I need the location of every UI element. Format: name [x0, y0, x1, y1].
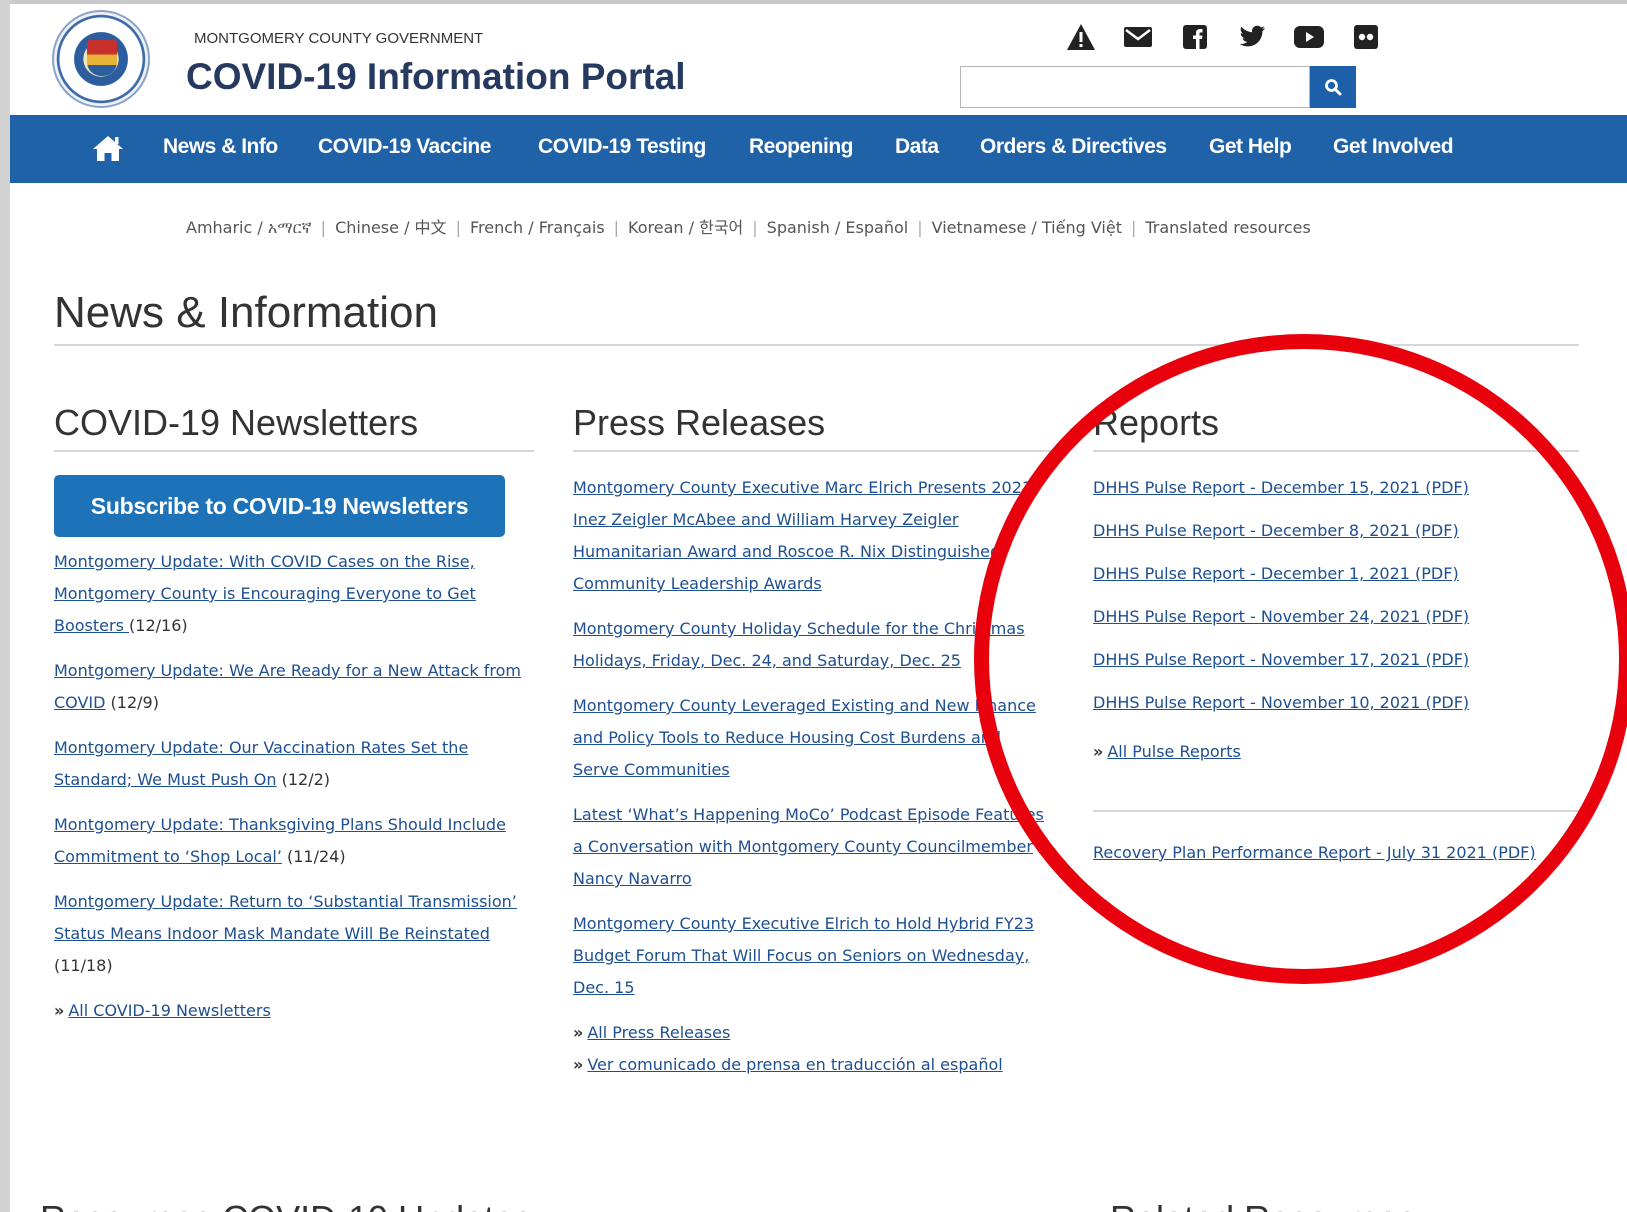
nav-covid-testing[interactable]: COVID-19 Testing: [538, 135, 706, 159]
pulse-report-link[interactable]: DHHS Pulse Report - December 15, 2021 (P…: [1093, 478, 1579, 497]
translated-resources-link[interactable]: Translated resources: [1145, 218, 1310, 237]
nav-orders-directives[interactable]: Orders & Directives: [980, 135, 1167, 159]
reports-heading: Reports: [1093, 402, 1220, 443]
newsletter-link[interactable]: Montgomery Update: With COVID Cases on t…: [54, 552, 476, 635]
list-item: Montgomery County Executive Elrich to Ho…: [573, 908, 1051, 1004]
twitter-icon[interactable]: [1237, 22, 1267, 52]
press-releases-heading: Press Releases: [573, 402, 826, 443]
lang-korean[interactable]: Korean / 한국어: [628, 218, 743, 237]
list-item: Montgomery County Executive Marc Elrich …: [573, 472, 1051, 600]
list-item: Montgomery Update: Thanksgiving Plans Sh…: [54, 809, 532, 873]
flickr-icon[interactable]: [1351, 22, 1381, 52]
county-seal-logo[interactable]: [52, 10, 150, 108]
list-item: Montgomery County Holiday Schedule for t…: [573, 613, 1051, 677]
heading-divider: [54, 344, 1579, 346]
all-pulse-reports-link[interactable]: All Pulse Reports: [1107, 742, 1241, 761]
pulse-report-link[interactable]: DHHS Pulse Report - November 10, 2021 (P…: [1093, 693, 1579, 712]
subscribe-newsletters-button[interactable]: Subscribe to COVID-19 Newsletters: [54, 475, 505, 537]
main-nav: News & Info COVID-19 Vaccine COVID-19 Te…: [10, 115, 1627, 183]
press-divider: [573, 450, 1051, 452]
government-label: MONTGOMERY COUNTY GOVERNMENT: [194, 30, 484, 47]
lang-vietnamese[interactable]: Vietnamese / Tiếng Việt: [932, 218, 1122, 237]
language-links: Amharic / አማርኛ | Chinese / 中文 | French / Fra…: [186, 218, 1311, 237]
newsletters-heading: COVID-19 Newsletters: [54, 402, 419, 443]
press-release-link[interactable]: Montgomery County Holiday Schedule for t…: [573, 619, 1025, 670]
home-icon[interactable]: [92, 134, 124, 166]
pulse-report-link[interactable]: DHHS Pulse Report - December 1, 2021 (PD…: [1093, 564, 1579, 583]
double-chevron-icon: »: [1093, 742, 1104, 761]
spanish-press-link[interactable]: Ver comunicado de prensa en traducción a…: [587, 1055, 1002, 1074]
reports-sub-divider: [1093, 810, 1579, 812]
search-button[interactable]: [1310, 66, 1356, 108]
double-chevron-icon: »: [573, 1055, 584, 1074]
newsletters-list: Montgomery Update: With COVID Cases on t…: [54, 546, 532, 1027]
list-item: Montgomery Update: We Are Ready for a Ne…: [54, 655, 532, 719]
nav-covid-vaccine[interactable]: COVID-19 Vaccine: [318, 135, 491, 159]
nav-get-help[interactable]: Get Help: [1209, 135, 1292, 159]
newsletter-date: (11/18): [54, 956, 113, 975]
alert-icon[interactable]: [1066, 22, 1096, 52]
all-press-releases-link[interactable]: All Press Releases: [587, 1023, 730, 1042]
lang-french[interactable]: French / Français: [470, 218, 605, 237]
double-chevron-icon: »: [54, 1001, 65, 1020]
page: MONTGOMERY COUNTY GOVERNMENT COVID-19 In…: [10, 0, 1627, 1212]
newsletter-date: (12/16): [129, 616, 188, 635]
nav-news-info[interactable]: News & Info: [163, 135, 278, 159]
search-input[interactable]: [960, 66, 1310, 108]
search-icon: [1325, 79, 1342, 96]
recovery-report-row: Recovery Plan Performance Report - July …: [1093, 843, 1627, 862]
reports-divider: [1093, 450, 1579, 452]
pulse-report-link[interactable]: DHHS Pulse Report - November 17, 2021 (P…: [1093, 650, 1579, 669]
top-strip: [10, 0, 1627, 4]
nav-data[interactable]: Data: [895, 135, 939, 159]
email-icon[interactable]: [1123, 22, 1153, 52]
lang-amharic[interactable]: Amharic / አማርኛ: [186, 218, 312, 237]
press-release-link[interactable]: Montgomery County Leveraged Existing and…: [573, 696, 1036, 779]
portal-title[interactable]: COVID-19 Information Portal: [186, 56, 686, 98]
double-chevron-icon: »: [573, 1023, 584, 1042]
all-press-row: » All Press Releases: [573, 1017, 1051, 1049]
bottom-left-heading: Resources COVID-19 Updates: [40, 1198, 532, 1212]
press-release-link[interactable]: Montgomery County Executive Marc Elrich …: [573, 478, 1032, 593]
newsletter-link[interactable]: Montgomery Update: Our Vaccination Rates…: [54, 738, 468, 789]
recovery-plan-report-link[interactable]: Recovery Plan Performance Report - July …: [1093, 843, 1627, 862]
list-item: Montgomery Update: With COVID Cases on t…: [54, 546, 532, 642]
nav-get-involved[interactable]: Get Involved: [1333, 135, 1454, 159]
all-newsletters-link[interactable]: All COVID-19 Newsletters: [68, 1001, 270, 1020]
newsletters-divider: [54, 450, 534, 452]
page-title: News & Information: [54, 288, 438, 337]
spanish-press-row: » Ver comunicado de prensa en traducción …: [573, 1049, 1051, 1081]
list-item: Montgomery County Leveraged Existing and…: [573, 690, 1051, 786]
all-pulse-row: » All Pulse Reports: [1093, 736, 1579, 768]
list-item: Latest ‘What’s Happening MoCo’ Podcast E…: [573, 799, 1051, 895]
nav-reopening[interactable]: Reopening: [749, 135, 854, 159]
youtube-icon[interactable]: [1294, 22, 1324, 52]
press-release-link[interactable]: Latest ‘What’s Happening MoCo’ Podcast E…: [573, 805, 1044, 888]
list-item: Montgomery Update: Our Vaccination Rates…: [54, 732, 532, 796]
facebook-icon[interactable]: [1180, 22, 1210, 52]
newsletter-link[interactable]: Montgomery Update: Return to ‘Substantia…: [54, 892, 517, 943]
pulse-report-link[interactable]: DHHS Pulse Report - December 8, 2021 (PD…: [1093, 521, 1579, 540]
bottom-right-heading: Related Resources: [1110, 1198, 1416, 1212]
press-releases-list: Montgomery County Executive Marc Elrich …: [573, 472, 1051, 1081]
newsletter-date: (11/24): [281, 847, 346, 866]
newsletter-date: (12/9): [105, 693, 159, 712]
newsletter-date: (12/2): [276, 770, 331, 789]
list-item: Montgomery Update: Return to ‘Substantia…: [54, 886, 532, 982]
social-icons: [1066, 22, 1381, 52]
all-newsletters-row: » All COVID-19 Newsletters: [54, 995, 532, 1027]
reports-list: DHHS Pulse Report - December 15, 2021 (P…: [1093, 478, 1579, 768]
newsletter-link[interactable]: Montgomery Update: Thanksgiving Plans Sh…: [54, 815, 506, 866]
lang-chinese[interactable]: Chinese / 中文: [335, 218, 447, 237]
pulse-report-link[interactable]: DHHS Pulse Report - November 24, 2021 (P…: [1093, 607, 1579, 626]
press-release-link[interactable]: Montgomery County Executive Elrich to Ho…: [573, 914, 1034, 997]
lang-spanish[interactable]: Spanish / Español: [767, 218, 909, 237]
